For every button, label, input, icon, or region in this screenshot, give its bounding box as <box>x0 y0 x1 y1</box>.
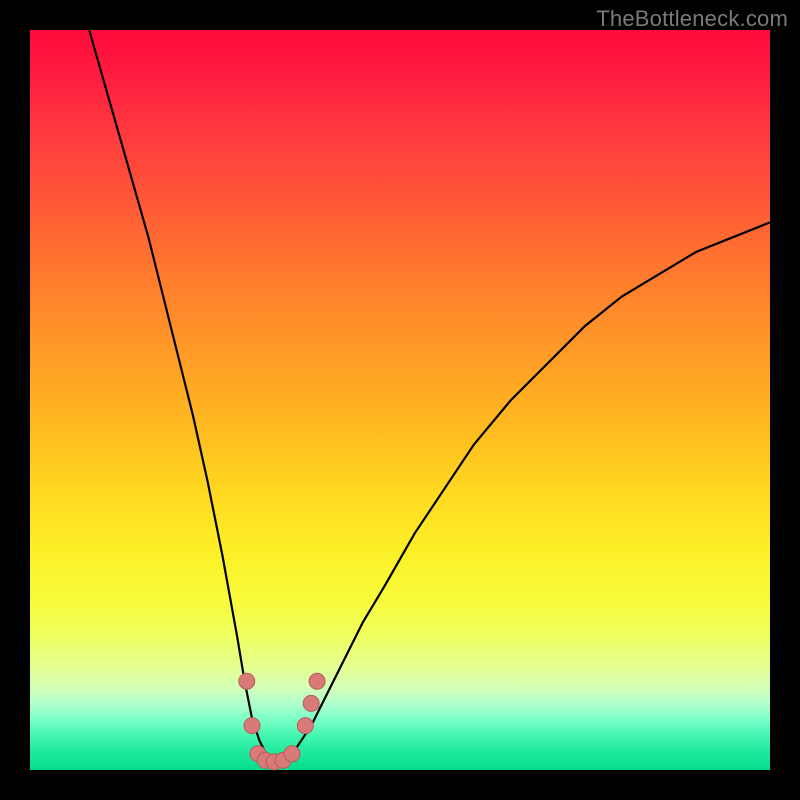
curve-marker <box>303 695 319 711</box>
bottleneck-curve <box>89 30 770 763</box>
curve-marker <box>244 718 260 734</box>
bottleneck-markers <box>239 673 325 770</box>
curve-marker <box>297 718 313 734</box>
chart-frame: TheBottleneck.com <box>0 0 800 800</box>
watermark-text: TheBottleneck.com <box>596 6 788 32</box>
curve-marker <box>239 673 255 689</box>
curve-marker <box>284 746 300 762</box>
chart-overlay <box>30 30 770 770</box>
curve-marker <box>309 673 325 689</box>
